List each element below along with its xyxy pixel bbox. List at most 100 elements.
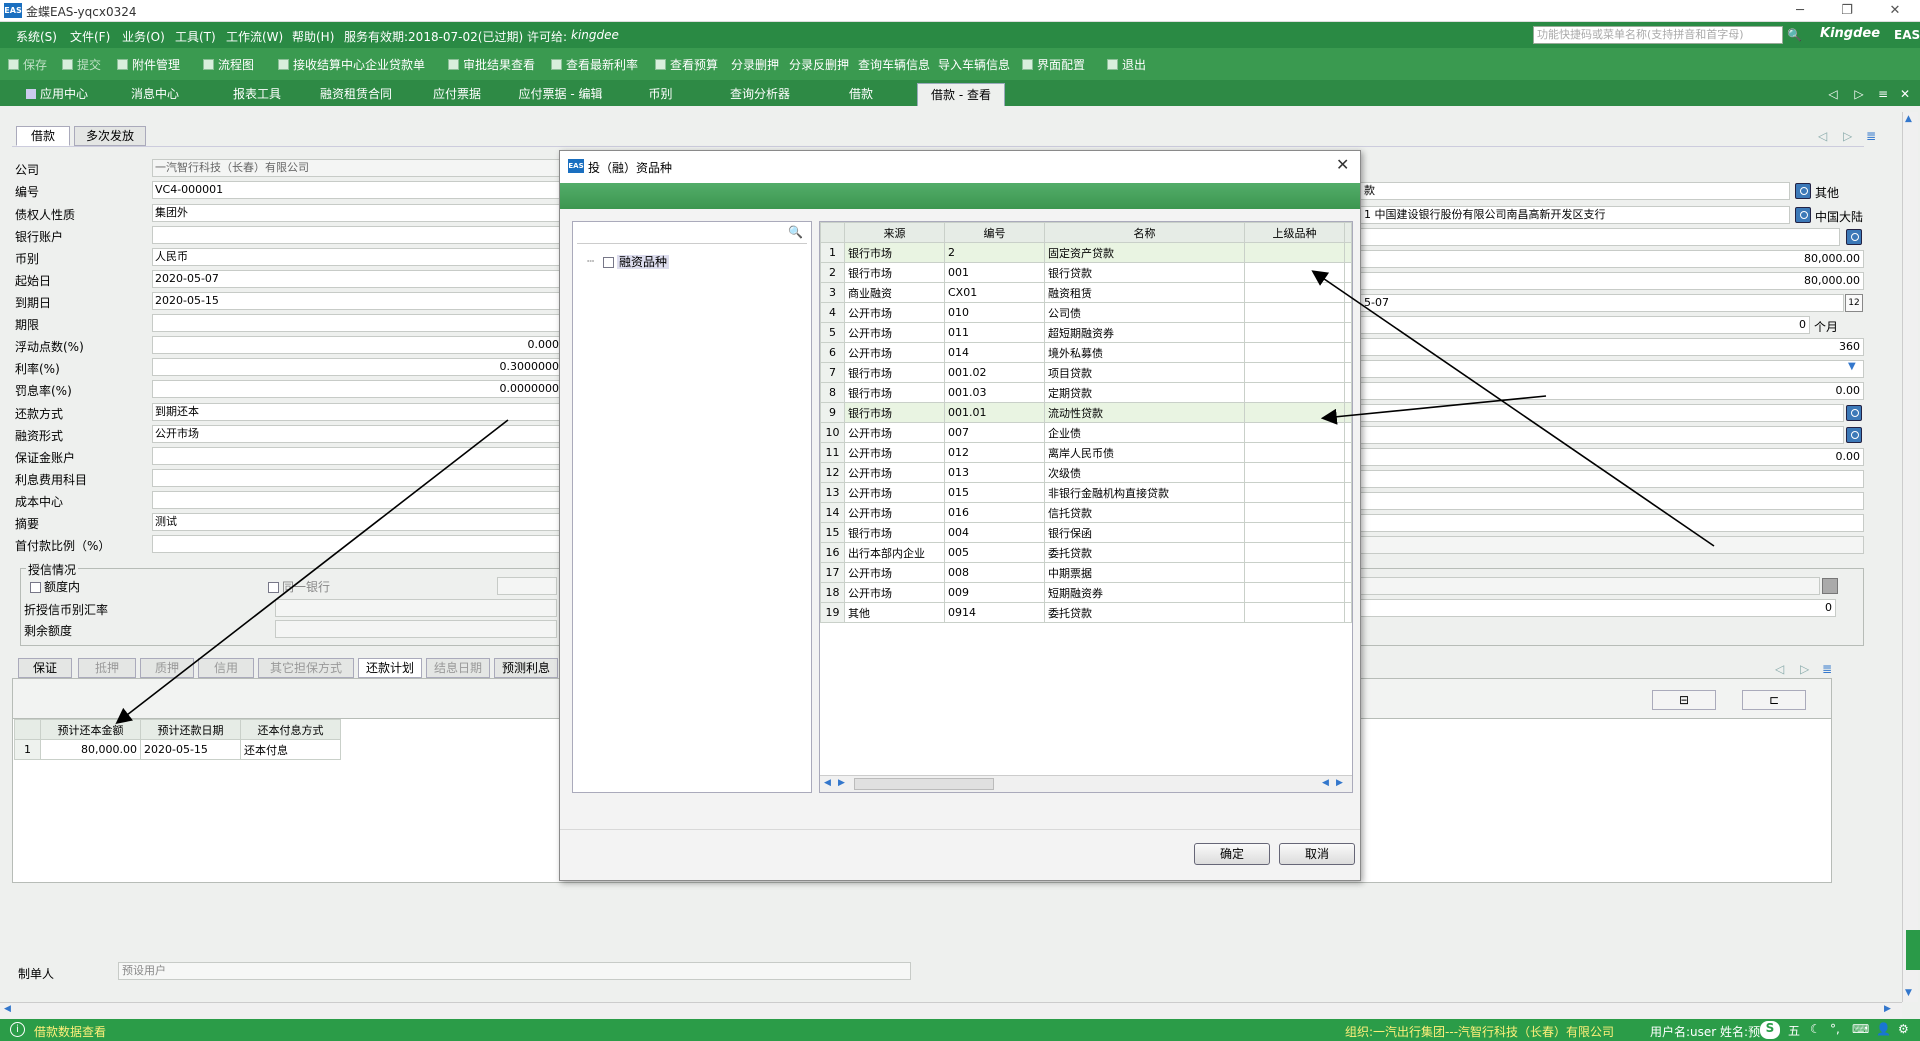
ui-config-button[interactable]: 界面配置 [1022,56,1085,73]
punct-icon[interactable]: °, [1830,1022,1840,1036]
tree-search-icon[interactable]: 🔍 [788,225,803,239]
entry-pledge-button[interactable]: 分录删押 [731,56,779,73]
tree-node-root[interactable]: 融资品种 [603,253,670,270]
maximize-button[interactable]: ❐ [1832,2,1862,20]
chevron-down-icon[interactable]: ▼ [1848,361,1856,372]
summary-field[interactable]: 测试 [152,513,562,531]
subtab-loan[interactable]: 借款 [16,126,70,146]
date-field[interactable]: 5-07 [1360,294,1844,312]
tab-loan-view[interactable]: 借款 - 查看 [917,83,1005,106]
right-blank-b[interactable] [1360,470,1864,488]
query-vehicle-button[interactable]: 查询车辆信息 [858,56,930,73]
receive-loan-button[interactable]: 接收结算中心企业贷款单 [278,56,425,73]
col-code[interactable]: 编号 [944,222,1045,243]
tab-interest-date[interactable]: 结息日期 [426,658,490,678]
settings-icon[interactable]: ⚙ [1898,1022,1909,1036]
menu-help[interactable]: 帮助(H) [292,28,334,45]
table-row[interactable]: 19 其他 0914 委托贷款 [820,602,1352,623]
months-field[interactable]: 0 [1360,316,1810,334]
ime-s-icon[interactable]: S [1760,1021,1780,1039]
tab-payable-bills-edit[interactable]: 应付票据 - 编辑 [508,83,613,106]
table-row[interactable]: 12 公开市场 013 次级债 [820,462,1352,483]
tab-message-center[interactable]: 消息中心 [110,83,200,106]
tab-mortgage[interactable]: 抵押 [78,658,136,678]
same-bank-checkbox[interactable]: 同一银行 [268,578,330,595]
tree-search-input[interactable] [577,226,807,244]
table-row[interactable]: 6 公开市场 014 境外私募债 [820,342,1352,363]
term-field[interactable] [152,314,562,332]
currency-field[interactable]: 人民币 [152,248,562,266]
table-row[interactable]: 7 银行市场 001.02 项目贷款 [820,362,1352,383]
interest-rate-field[interactable]: 0.3000000 [152,358,562,376]
tab-finance-lease[interactable]: 融资租赁合同 [306,83,406,106]
minimize-button[interactable]: ─ [1785,2,1815,20]
creditor-type-field[interactable]: 集团外 [152,204,562,222]
table-row[interactable]: 14 公开市场 016 信托贷款 [820,502,1352,523]
flowchart-button[interactable]: 流程图 [203,56,254,73]
tab-next-icon[interactable]: ▷ [1852,83,1866,106]
vertical-scrollbar[interactable]: ▲ ▼ [1902,112,1918,1002]
rate-right-field[interactable]: 0.00 [1360,382,1864,400]
table-row[interactable]: 5 公开市场 011 超短期融资券 [820,322,1352,343]
float-points-field[interactable]: 0.000 [152,336,562,354]
right-select-field[interactable] [1360,360,1864,378]
bottom-next-icon[interactable]: ▷ [1800,662,1809,676]
table-row[interactable]: 15 银行市场 004 银行保函 [820,522,1352,543]
tab-pledge[interactable]: 质押 [140,658,194,678]
table-row[interactable]: 3 商业融资 CX01 融资租赁 [820,282,1352,303]
repay-method-field[interactable]: 到期还本 [152,403,562,421]
ok-button[interactable]: 确定 [1194,843,1270,865]
grid-scroll-left-icon[interactable]: ◀ [824,778,831,788]
subtab-multi-issue[interactable]: 多次发放 [74,126,146,146]
tab-query-analyzer[interactable]: 查询分析器 [710,83,810,106]
scroll-up-icon[interactable]: ▲ [1905,114,1912,124]
form-list-icon[interactable]: ≣ [1866,129,1876,143]
table-row[interactable]: 4 公开市场 010 公司债 [820,302,1352,323]
menu-search-input[interactable]: 功能快捷码或菜单名称(支持拼音和首字母) [1533,26,1783,44]
close-window-button[interactable]: ✕ [1880,2,1910,20]
tab-report-tools[interactable]: 报表工具 [212,83,302,106]
finance-form-field[interactable]: 公开市场 [152,425,562,443]
save-button[interactable]: 保存 [8,56,47,73]
deposit-account-field[interactable] [152,447,562,465]
search-icon[interactable]: 🔍 [1787,28,1802,42]
right-lookup-field-a[interactable] [1360,404,1844,422]
scroll-left-icon[interactable]: ◀ [4,1004,11,1014]
delete-row-icon[interactable]: ⊏ [1742,690,1806,710]
right-lookup-field-b[interactable] [1360,426,1844,444]
tab-payable-bills[interactable]: 应付票据 [412,83,502,106]
number-field[interactable]: VC4-000001 [152,181,562,199]
table-row[interactable]: 18 公开市场 009 短期融资券 [820,582,1352,603]
side-handle[interactable] [1906,930,1920,970]
tab-prev-icon[interactable]: ◁ [1826,83,1840,106]
right-blank-field[interactable] [1360,228,1840,246]
horizontal-scrollbar[interactable]: ◀ ▶ [0,1002,1902,1018]
tab-repay-plan[interactable]: 还款计划 [358,658,422,678]
tab-app-center[interactable]: 应用中心 [12,83,102,106]
keyboard-icon[interactable]: ⌨ [1852,1022,1869,1036]
days-field[interactable]: 360 [1360,338,1864,356]
table-row[interactable]: 1 银行市场 2 固定资产贷款 [820,242,1352,263]
bank-lookup-icon[interactable] [1795,207,1811,223]
due-date-field[interactable]: 2020-05-15 [152,292,562,310]
scroll-right-icon[interactable]: ▶ [1884,1004,1891,1014]
down-payment-field[interactable] [152,535,562,553]
tab-guarantee[interactable]: 保证 [18,658,72,678]
submit-button[interactable]: 提交 [62,56,101,73]
grid-scroll-thumb[interactable] [854,778,994,790]
table-row[interactable]: 9 银行市场 001.01 流动性贷款 [820,402,1352,423]
calendar-icon[interactable]: 12 [1845,294,1863,312]
entry-unpledge-button[interactable]: 分录反删押 [789,56,849,73]
lookup-a-icon[interactable] [1846,405,1862,421]
cost-center-field[interactable] [152,491,562,509]
col-name[interactable]: 名称 [1044,222,1245,243]
credit-count-field[interactable]: 0 [1360,599,1836,617]
table-row[interactable]: 10 公开市场 007 企业债 [820,422,1352,443]
tab-close-icon[interactable]: ✕ [1898,83,1912,106]
in-limit-checkbox[interactable]: 额度内 [30,578,80,595]
grid-scroll-left2-icon[interactable]: ◀ [1322,778,1329,788]
bottom-list-icon[interactable]: ≣ [1822,662,1832,676]
attachment-button[interactable]: 附件管理 [117,56,180,73]
interest-account-field[interactable] [152,469,562,487]
view-budget-button[interactable]: 查看预算 [655,56,718,73]
